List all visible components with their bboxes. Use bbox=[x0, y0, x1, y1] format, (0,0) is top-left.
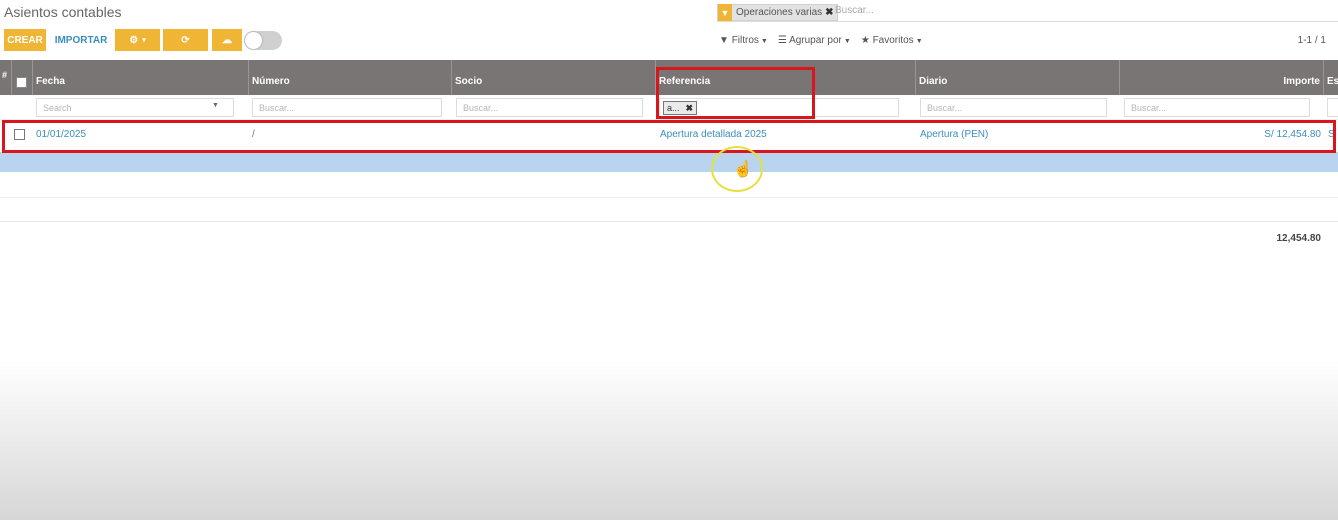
hamburger-icon: ☰ bbox=[777, 35, 787, 46]
refresh-icon: ⟳ bbox=[181, 34, 190, 46]
upload-button[interactable]: ☁ bbox=[212, 29, 242, 51]
gear-icon: ⚙ bbox=[129, 34, 139, 46]
action-button[interactable]: ⚙ ▾ bbox=[115, 29, 160, 51]
selected-empty-row[interactable] bbox=[0, 152, 1338, 172]
search-facet: ▼ Operaciones varias ✖ bbox=[717, 4, 838, 21]
caret-down-icon: ▼ bbox=[915, 38, 923, 45]
select-all-checkbox[interactable] bbox=[16, 77, 27, 88]
filter-icon: ▼ bbox=[718, 4, 732, 21]
column-importe[interactable]: Importe bbox=[1120, 60, 1324, 95]
row-divider bbox=[0, 197, 1338, 198]
column-estado[interactable]: Es bbox=[1324, 60, 1338, 95]
group-by-label: Agrupar por bbox=[789, 35, 842, 46]
refresh-button[interactable]: ⟳ bbox=[163, 29, 208, 51]
filters-dropdown[interactable]: ▼ Filtros ▼ bbox=[719, 35, 768, 46]
favorites-label: Favoritos bbox=[872, 35, 914, 46]
import-button[interactable]: IMPORTAR bbox=[52, 29, 110, 51]
caret-down-icon: ▼ bbox=[212, 102, 219, 109]
column-diario[interactable]: Diario bbox=[916, 60, 1120, 95]
hand-cursor-icon: ☝ bbox=[733, 161, 753, 178]
view-toggle[interactable] bbox=[244, 31, 282, 50]
diario-filter[interactable] bbox=[920, 98, 1107, 117]
favorites-dropdown[interactable]: ★ Favoritos ▼ bbox=[861, 35, 923, 46]
search-facet-label: Operaciones varias bbox=[736, 7, 823, 18]
group-by-dropdown[interactable]: ☰ Agrupar por ▼ bbox=[778, 35, 851, 46]
search-options: ▼ Filtros ▼ ☰ Agrupar por ▼ ★ Favoritos ▼ bbox=[719, 35, 923, 46]
annotation-box-referencia bbox=[656, 67, 815, 119]
fecha-filter[interactable] bbox=[36, 98, 234, 117]
filter-icon: ▼ bbox=[719, 35, 729, 46]
star-icon: ★ bbox=[860, 35, 870, 46]
row-number-header: # bbox=[0, 60, 12, 95]
caret-down-icon: ▼ bbox=[843, 38, 851, 45]
estado-filter[interactable] bbox=[1327, 98, 1338, 117]
column-fecha[interactable]: Fecha bbox=[33, 60, 249, 95]
caret-down-icon: ▼ bbox=[760, 38, 768, 45]
column-numero[interactable]: Número bbox=[249, 60, 452, 95]
column-socio[interactable]: Socio bbox=[452, 60, 656, 95]
socio-filter[interactable] bbox=[456, 98, 643, 117]
page-title: Asientos contables bbox=[4, 4, 122, 20]
numero-filter[interactable] bbox=[252, 98, 442, 117]
annotation-box-row bbox=[2, 120, 1336, 153]
filters-label: Filtros bbox=[731, 35, 759, 46]
cloud-upload-icon: ☁ bbox=[222, 34, 232, 46]
importe-total: 12,454.80 bbox=[1276, 233, 1322, 244]
caret-down-icon: ▾ bbox=[142, 37, 146, 44]
select-all-checkbox-cell bbox=[12, 60, 33, 95]
search-bar[interactable]: ▼ Operaciones varias ✖ bbox=[717, 3, 1338, 22]
pager[interactable]: 1-1 / 1 bbox=[1298, 35, 1326, 46]
importe-filter[interactable] bbox=[1124, 98, 1310, 117]
search-input[interactable] bbox=[835, 5, 1035, 16]
create-button[interactable]: CREAR bbox=[4, 29, 46, 51]
row-divider bbox=[0, 221, 1338, 222]
toggle-knob bbox=[245, 32, 262, 49]
